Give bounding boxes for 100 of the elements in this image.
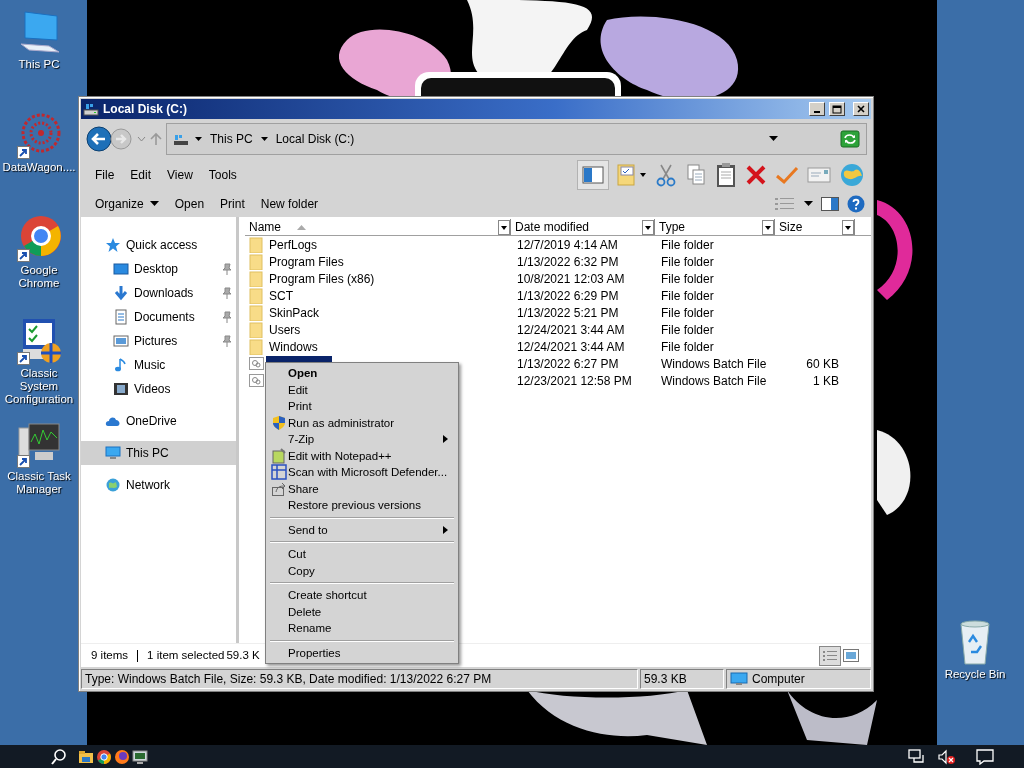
table-cell-text: Windows Batch File (660, 372, 768, 390)
file-name[interactable]: Program Files (265, 252, 344, 271)
command-button[interactable]: Organize (87, 193, 167, 215)
forward-icon[interactable] (109, 127, 133, 151)
address-bar[interactable]: This PC Local Disk (C:) (166, 123, 867, 155)
table-cell-text: 12/23/2021 12:58 PM (516, 372, 633, 390)
menu-item[interactable]: Restore previous versions (268, 497, 456, 514)
menu-item[interactable]: Share (268, 480, 456, 497)
file-name[interactable]: SCT (265, 286, 293, 305)
dropdown-arrow-icon[interactable] (769, 136, 778, 142)
desktop-icon-label[interactable]: Classic Task Manager (0, 470, 78, 496)
table-cell-text: 1/13/2022 5:21 PM (516, 304, 620, 322)
caret-icon[interactable] (149, 201, 159, 207)
command-button[interactable]: Print (212, 193, 253, 215)
menu-item[interactable]: Print (268, 398, 456, 415)
zone-label: Computer (752, 671, 805, 688)
folder-icon[interactable] (78, 748, 94, 765)
menu-item[interactable]: Edit (122, 164, 160, 186)
folder-icon (249, 287, 263, 304)
menu-item[interactable]: Cut (268, 546, 456, 563)
sidebar-item[interactable]: Pictures (81, 329, 236, 353)
monitor-icon[interactable] (132, 748, 148, 765)
menu-item[interactable]: Edit with Notepad++ (268, 447, 456, 464)
close-button[interactable] (853, 102, 869, 116)
breadcrumb-link[interactable]: Local Disk (C:) (275, 130, 355, 148)
sidebar-item[interactable]: OneDrive (81, 409, 236, 433)
table-cell-text: 1 KB (812, 372, 839, 390)
sidebar-item[interactable]: Quick access (81, 233, 236, 257)
menu-item[interactable]: Tools (200, 164, 245, 186)
network-icon[interactable] (908, 748, 926, 765)
refresh-icon[interactable] (840, 130, 860, 148)
file-name[interactable]: PerfLogs (265, 235, 318, 254)
sidebar-item[interactable]: Network (81, 473, 236, 497)
help-icon[interactable] (847, 195, 865, 213)
menu-item[interactable]: Rename (268, 620, 456, 637)
menu-item[interactable]: Copy (268, 562, 456, 579)
sidebar-item[interactable]: Music (81, 353, 236, 377)
sidebar-item[interactable]: Videos (81, 377, 236, 401)
large-icons-view-icon[interactable] (843, 648, 859, 663)
chevron-icon[interactable] (195, 136, 202, 142)
desktop-icon-label[interactable]: This PC (18, 58, 60, 71)
star-icon (105, 237, 121, 253)
chrome-icon[interactable] (96, 748, 112, 765)
folder-options-icon[interactable] (617, 163, 647, 187)
menu-item[interactable]: Edit (268, 381, 456, 398)
scissors-icon[interactable] (655, 163, 677, 187)
menu-item[interactable]: File (87, 164, 123, 186)
table-cell-text: File folder (660, 287, 715, 305)
details-view-icon[interactable] (819, 645, 841, 666)
delete-icon[interactable] (745, 164, 767, 186)
firefox-icon[interactable] (114, 748, 130, 765)
checkmark-icon[interactable] (775, 164, 799, 186)
chevron-icon[interactable] (260, 136, 268, 142)
breadcrumb-link[interactable]: This PC (210, 130, 253, 148)
desktop-icon-label[interactable]: Google Chrome (0, 264, 78, 290)
maximize-button[interactable] (829, 102, 845, 116)
file-name[interactable]: Windows (265, 337, 318, 356)
menu-item[interactable]: Scan with Microsoft Defender... (268, 464, 456, 481)
desktop-icon-label[interactable]: DataWagon.... (2, 161, 76, 174)
table-cell-text: File folder (660, 304, 715, 322)
desktop-icon-label[interactable]: Recycle Bin (944, 668, 1006, 681)
shield-icon (271, 414, 287, 431)
menu-item[interactable]: Open (268, 365, 456, 382)
sidebar-item[interactable]: Downloads (81, 281, 236, 305)
details-pane-icon[interactable] (821, 197, 839, 211)
sidebar-item[interactable]: Documents (81, 305, 236, 329)
item-count: 9 items (91, 647, 129, 663)
menu-item[interactable]: Delete (268, 603, 456, 620)
table-cell-text: 12/7/2019 4:14 AM (516, 236, 619, 254)
menu-item[interactable]: Create shortcut (268, 587, 456, 604)
music-note-icon (113, 357, 129, 373)
command-button[interactable]: Open (166, 193, 213, 215)
menu-item[interactable]: 7-Zip (268, 431, 456, 448)
back-icon[interactable] (85, 125, 113, 153)
desktop-icon-label[interactable]: Classic System Configuration (0, 367, 78, 406)
download-arrow-icon (113, 285, 129, 301)
minimize-button[interactable] (809, 102, 825, 116)
preview-pane-icon[interactable] (577, 160, 609, 190)
file-name[interactable]: Program Files (x86) (265, 269, 375, 288)
search-icon[interactable] (50, 747, 68, 766)
selection-size: 59.3 K (226, 647, 260, 663)
menu-item[interactable]: Run as administrator (268, 414, 456, 431)
drive-icon (173, 132, 189, 146)
folder-icon (249, 304, 263, 321)
clipboard-icon[interactable] (715, 162, 737, 188)
menu-item[interactable]: View (159, 164, 201, 186)
menu-item[interactable]: Properties (268, 644, 456, 661)
document-icon (113, 309, 129, 325)
file-name[interactable]: Users (265, 320, 301, 339)
dropdown-arrow-icon[interactable] (804, 201, 813, 207)
sidebar-item[interactable]: This PC (81, 441, 236, 465)
table-cell-text: File folder (660, 338, 715, 356)
file-name[interactable]: SkinPack (265, 303, 320, 322)
menu-item[interactable]: Send to (268, 521, 456, 538)
table-cell-text: File folder (660, 236, 715, 254)
sidebar-item[interactable]: Desktop (81, 257, 236, 281)
muted-speaker-icon[interactable] (938, 748, 956, 765)
command-button[interactable]: New folder (252, 193, 327, 215)
notification-icon[interactable] (976, 748, 994, 765)
table-cell-text: File folder (660, 253, 715, 271)
